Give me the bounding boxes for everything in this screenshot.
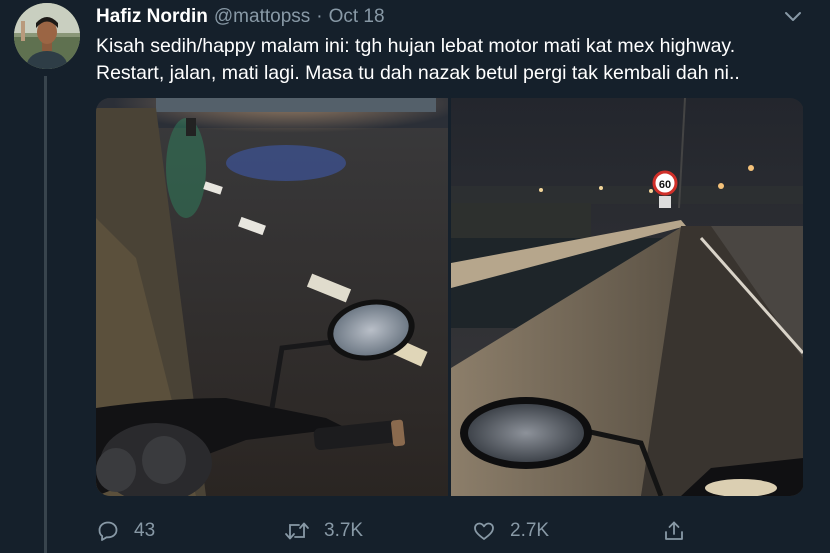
retweet-button[interactable]: 3.7K [284, 514, 363, 548]
tweet[interactable]: Hafiz Nordin @mattopss · Oct 18 Kisah se… [0, 0, 830, 553]
tweet-text-line: Kisah sedih/happy malam ini: tgh hujan l… [96, 35, 736, 57]
reply-icon [98, 521, 118, 541]
share-icon [665, 521, 683, 540]
share-button[interactable] [662, 514, 700, 548]
tweet-text-line: Restart, jalan, mati lagi. Masa tu dah n… [96, 62, 740, 84]
retweet-icon [285, 522, 309, 540]
reply-count: 43 [134, 520, 156, 541]
chevron-down-icon[interactable] [782, 8, 804, 26]
speed-sign-text: 60 [659, 179, 671, 191]
separator-dot: · [316, 6, 323, 27]
photo-highway-barrier[interactable]: 60 [451, 98, 803, 496]
tweet-date[interactable]: Oct 18 [329, 6, 385, 28]
thread-line [44, 76, 47, 553]
tweet-actions: 43 3.7K 2.7K [96, 514, 696, 548]
author-handle[interactable]: @mattopss [214, 6, 310, 28]
reply-button[interactable]: 43 [96, 514, 155, 548]
tweet-header: Hafiz Nordin @mattopss · Oct 18 [96, 5, 385, 29]
like-button[interactable]: 2.7K [472, 514, 549, 548]
tweet-text: Kisah sedih/happy malam ini: tgh hujan l… [96, 33, 816, 87]
author-name[interactable]: Hafiz Nordin [96, 6, 208, 28]
heart-icon [474, 522, 494, 540]
avatar[interactable] [14, 3, 80, 69]
like-count: 2.7K [510, 520, 550, 541]
media-grid: 60 [96, 98, 804, 496]
retweet-count: 3.7K [324, 520, 364, 541]
photo-wet-road[interactable] [96, 98, 448, 496]
